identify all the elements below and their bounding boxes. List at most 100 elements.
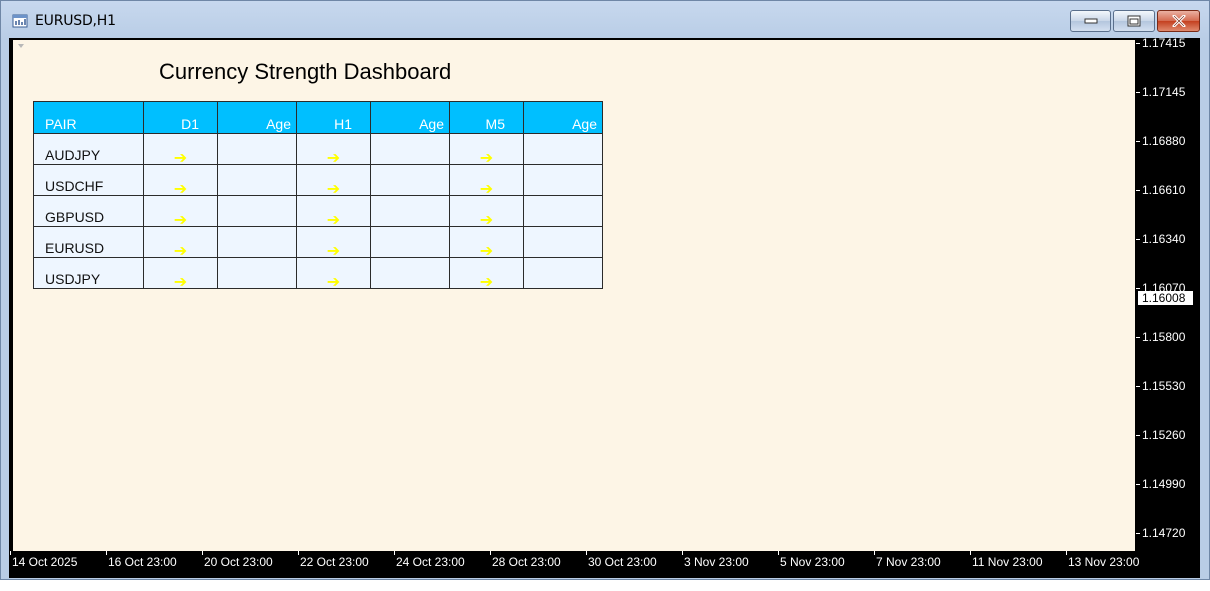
right-arrow-icon: ➔ bbox=[173, 272, 188, 291]
minimize-button[interactable] bbox=[1070, 10, 1111, 32]
right-arrow-icon: ➔ bbox=[326, 272, 341, 291]
price-axis-tick bbox=[1136, 386, 1140, 387]
price-axis-tick bbox=[1136, 288, 1140, 289]
d1-signal-cell: ➔ bbox=[143, 133, 218, 166]
time-axis-label: 13 Nov 23:00 bbox=[1068, 555, 1140, 569]
time-axis-label: 7 Nov 23:00 bbox=[876, 555, 941, 569]
d1-signal-cell: ➔ bbox=[143, 195, 218, 228]
table-row: AUDJPY ➔ ➔ ➔ bbox=[33, 133, 603, 166]
price-axis-tick bbox=[1136, 43, 1140, 44]
minimize-icon bbox=[1084, 18, 1097, 24]
time-axis-tick bbox=[682, 551, 683, 555]
time-axis-label: 14 Oct 2025 bbox=[12, 555, 78, 569]
price-axis-label: 1.14720 bbox=[1142, 526, 1186, 540]
price-axis-tick bbox=[1136, 484, 1140, 485]
title-bar[interactable]: EURUSD,H1 bbox=[1, 1, 1209, 39]
pair-name: AUDJPY bbox=[45, 147, 101, 163]
price-axis-tick bbox=[1136, 190, 1140, 191]
d1_age-cell bbox=[217, 164, 297, 196]
time-axis-label: 28 Oct 23:00 bbox=[492, 555, 561, 569]
chart-corner-marker bbox=[18, 44, 24, 48]
m5-signal-cell: ➔ bbox=[449, 257, 524, 290]
maximize-button[interactable] bbox=[1113, 10, 1155, 32]
h1-signal-cell: ➔ bbox=[296, 226, 371, 259]
h1-signal-cell: ➔ bbox=[296, 164, 371, 197]
m5_age-cell bbox=[523, 226, 603, 258]
pair-name: USDCHF bbox=[45, 178, 104, 194]
table-header-row: PAIR D1 Age H1 Age M5 Age bbox=[33, 101, 603, 134]
time-axis-label: 11 Nov 23:00 bbox=[972, 555, 1043, 569]
d1-signal-cell: ➔ bbox=[143, 257, 218, 291]
column-header-h1-age: Age bbox=[370, 101, 450, 134]
d1-signal-cell: ➔ bbox=[143, 164, 218, 197]
price-axis-label: 1.17415 bbox=[1142, 36, 1186, 50]
pair-cell: EURUSD bbox=[33, 226, 144, 258]
pair-cell: AUDJPY bbox=[33, 133, 144, 165]
time-axis-tick bbox=[778, 551, 779, 555]
chart-window-icon bbox=[12, 14, 28, 28]
time-axis-tick bbox=[586, 551, 587, 555]
price-axis-tick bbox=[1136, 141, 1140, 142]
dashboard-title: Currency Strength Dashboard bbox=[159, 59, 452, 84]
price-axis-label: 1.16880 bbox=[1142, 134, 1186, 148]
time-axis-tick bbox=[970, 551, 971, 555]
pair-name: EURUSD bbox=[45, 240, 105, 256]
table-row: EURUSD ➔ ➔ ➔ bbox=[33, 226, 603, 259]
price-axis-tick bbox=[1136, 435, 1140, 436]
price-axis-tick bbox=[1136, 92, 1140, 93]
price-axis-label: 1.15260 bbox=[1142, 428, 1186, 442]
table-row: GBPUSD ➔ ➔ ➔ bbox=[33, 195, 603, 228]
time-axis-tick bbox=[490, 551, 491, 555]
close-icon bbox=[1172, 15, 1185, 27]
time-axis-tick bbox=[106, 551, 107, 555]
time-axis-label: 24 Oct 23:00 bbox=[396, 555, 465, 569]
currency-strength-table: PAIR D1 Age H1 Age M5 Age AUDJPY ➔ ➔ ➔ USDCH… bbox=[33, 101, 603, 291]
h1-signal-cell: ➔ bbox=[296, 133, 371, 166]
m5-signal-cell: ➔ bbox=[449, 195, 524, 228]
h1_age-cell bbox=[370, 195, 450, 227]
column-header-d1: D1 bbox=[143, 101, 218, 134]
price-axis-label: 1.17145 bbox=[1142, 85, 1186, 99]
column-header-m5-age: Age bbox=[523, 101, 603, 134]
time-axis-tick bbox=[10, 551, 11, 555]
h1-signal-cell: ➔ bbox=[296, 195, 371, 228]
column-header-m5: M5 bbox=[449, 101, 524, 134]
price-axis-tick bbox=[1136, 533, 1140, 534]
h1_age-cell bbox=[370, 257, 450, 289]
m5_age-cell bbox=[523, 164, 603, 196]
pair-cell: GBPUSD bbox=[33, 195, 144, 227]
h1-signal-cell: ➔ bbox=[296, 257, 371, 291]
table-row: USDJPY ➔ ➔ ➔ bbox=[33, 257, 603, 291]
time-axis-tick bbox=[298, 551, 299, 555]
h1_age-cell bbox=[370, 133, 450, 165]
window-title: EURUSD,H1 bbox=[35, 13, 116, 29]
time-axis-label: 3 Nov 23:00 bbox=[684, 555, 749, 569]
price-axis-label: 1.15800 bbox=[1142, 330, 1186, 344]
price-axis-tick bbox=[1136, 239, 1140, 240]
pair-name: USDJPY bbox=[45, 271, 101, 287]
m5_age-cell bbox=[523, 257, 603, 289]
d1_age-cell bbox=[217, 133, 297, 165]
time-axis-label: 20 Oct 23:00 bbox=[204, 555, 273, 569]
h1_age-cell bbox=[370, 226, 450, 258]
price-axis-label: 1.14990 bbox=[1142, 477, 1186, 491]
close-button[interactable] bbox=[1157, 10, 1200, 32]
m5_age-cell bbox=[523, 133, 603, 165]
pair-cell: USDJPY bbox=[33, 257, 144, 289]
time-axis-tick bbox=[202, 551, 203, 555]
column-header-pair: PAIR bbox=[33, 101, 144, 134]
pair-name: GBPUSD bbox=[45, 209, 105, 225]
time-axis-label: 30 Oct 23:00 bbox=[588, 555, 657, 569]
h1_age-cell bbox=[370, 164, 450, 196]
time-axis-tick bbox=[394, 551, 395, 555]
d1_age-cell bbox=[217, 226, 297, 258]
price-axis-label: 1.15530 bbox=[1142, 379, 1186, 393]
m5-signal-cell: ➔ bbox=[449, 164, 524, 197]
pair-cell: USDCHF bbox=[33, 164, 144, 196]
price-axis-label: 1.16610 bbox=[1142, 183, 1186, 197]
d1_age-cell bbox=[217, 195, 297, 227]
price-axis-label: 1.16340 bbox=[1142, 232, 1186, 246]
m5-signal-cell: ➔ bbox=[449, 226, 524, 259]
m5-signal-cell: ➔ bbox=[449, 133, 524, 166]
d1-signal-cell: ➔ bbox=[143, 226, 218, 259]
